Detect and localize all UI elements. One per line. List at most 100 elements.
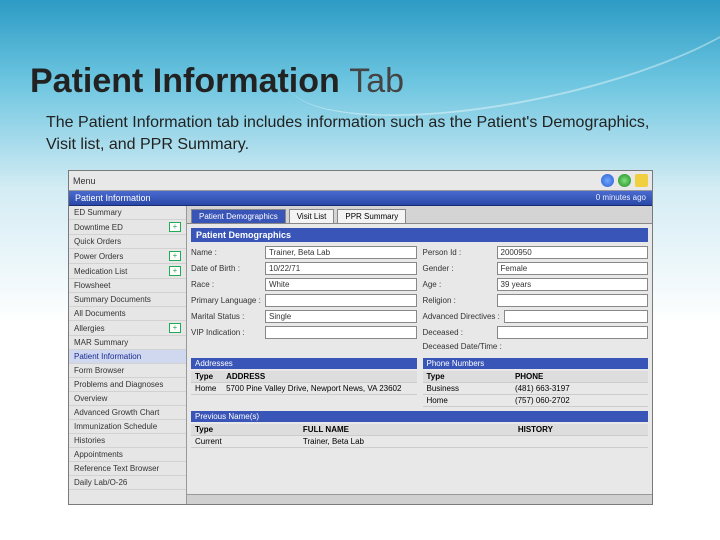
add-icon[interactable]: + xyxy=(169,323,181,333)
marital-label: Marital Status : xyxy=(191,312,261,321)
dob-label: Date of Birth : xyxy=(191,264,261,273)
sidebar-item-label: Reference Text Browser xyxy=(74,464,159,473)
sidebar-item[interactable]: Quick Orders xyxy=(69,235,186,249)
add-icon[interactable]: + xyxy=(169,251,181,261)
sidebar-item-label: Problems and Diagnoses xyxy=(74,380,163,389)
sidebar-item[interactable]: Power Orders + xyxy=(69,249,186,264)
menu-label[interactable]: Menu xyxy=(73,176,96,186)
tab[interactable]: PPR Summary xyxy=(337,209,406,223)
gender-field[interactable]: Female xyxy=(497,262,649,275)
phone-col-type[interactable]: Type xyxy=(423,371,511,383)
dob-field[interactable]: 10/22/71 xyxy=(265,262,417,275)
addresses-header: Addresses xyxy=(191,358,417,369)
prev-col-name[interactable]: FULL NAME xyxy=(299,424,514,436)
vip-field[interactable] xyxy=(265,326,417,339)
sidebar-item-label: Quick Orders xyxy=(74,237,121,246)
module-titlebar: Patient Information 0 minutes ago xyxy=(69,191,652,206)
addr-col-type[interactable]: Type xyxy=(191,371,222,383)
advdir-field[interactable] xyxy=(504,310,648,323)
sidebar-item-label: Form Browser xyxy=(74,366,124,375)
prev-col-type[interactable]: Type xyxy=(191,424,299,436)
sidebar-item-label: All Documents xyxy=(74,309,126,318)
prev-col-history[interactable]: HISTORY xyxy=(514,424,648,436)
sidebar-item-label: Power Orders xyxy=(74,252,123,261)
sidebar-item[interactable]: Histories xyxy=(69,434,186,448)
phone-col-number[interactable]: PHONE xyxy=(511,371,648,383)
sidebar-item-label: Overview xyxy=(74,394,107,403)
person-id-label: Person Id : xyxy=(423,248,493,257)
religion-label: Religion : xyxy=(423,296,493,305)
sidebar-item[interactable]: Medication List + xyxy=(69,264,186,279)
tab[interactable]: Visit List xyxy=(289,209,335,223)
demographics-panel: Patient Demographics Name : Trainer, Beta… xyxy=(187,223,652,494)
prevnames-header: Previous Name(s) xyxy=(191,411,648,422)
tab[interactable]: Patient Demographics xyxy=(191,209,286,223)
name-field[interactable]: Trainer, Beta Lab xyxy=(265,246,417,259)
table-row[interactable]: Home(757) 060-2702 xyxy=(423,395,649,407)
race-label: Race : xyxy=(191,280,261,289)
sidebar-item-label: Medication List xyxy=(74,267,127,276)
prevnames-table: Type FULL NAME HISTORY CurrentTrainer, B… xyxy=(191,424,648,448)
application-window: Menu Patient Information 0 minutes ago E… xyxy=(68,170,653,505)
toolbar: Menu xyxy=(69,171,652,191)
sidebar-item-label: Advanced Growth Chart xyxy=(74,408,159,417)
refresh-icon[interactable] xyxy=(618,174,631,187)
sidebar-item[interactable]: All Documents xyxy=(69,307,186,321)
sidebar-item[interactable]: Problems and Diagnoses xyxy=(69,378,186,392)
name-label: Name : xyxy=(191,248,261,257)
sidebar-item[interactable]: Overview xyxy=(69,392,186,406)
sidebar-item[interactable]: Allergies+ xyxy=(69,321,186,336)
advdir-label: Advanced Directives : xyxy=(423,312,500,321)
sidebar-item[interactable]: Flowsheet xyxy=(69,279,186,293)
sidebar-item-label: Daily Lab/O-26 xyxy=(74,478,127,487)
age-label: Age : xyxy=(423,280,493,289)
table-row[interactable]: CurrentTrainer, Beta Lab xyxy=(191,436,648,448)
deceased-date-label: Deceased Date/Time : xyxy=(423,342,533,351)
race-field[interactable]: White xyxy=(265,278,417,291)
gender-label: Gender : xyxy=(423,264,493,273)
sidebar-item-label: Appointments xyxy=(74,450,123,459)
navigator-sidebar[interactable]: ED Summary Downtime ED + Quick Orders Power … xyxy=(69,206,187,504)
tab-strip: Patient DemographicsVisit ListPPR Summar… xyxy=(187,206,652,223)
sidebar-item-label: MAR Summary xyxy=(74,338,128,347)
sidebar-item-label: Patient Information xyxy=(74,352,141,361)
sidebar-item-label: Immunization Schedule xyxy=(74,422,157,431)
sidebar-item[interactable]: Patient Information xyxy=(69,350,186,364)
sidebar-item[interactable]: Daily Lab/O-26 xyxy=(69,476,186,490)
title-suffix: Tab xyxy=(349,62,404,100)
deceased-field[interactable] xyxy=(497,326,649,339)
sidebar-item[interactable]: MAR Summary xyxy=(69,336,186,350)
sidebar-item[interactable]: Appointments xyxy=(69,448,186,462)
add-icon[interactable]: + xyxy=(169,222,181,232)
vip-label: VIP Indication : xyxy=(191,328,261,337)
sidebar-item[interactable]: Form Browser xyxy=(69,364,186,378)
sidebar-item-label: Downtime ED xyxy=(74,223,123,232)
table-row[interactable]: Home5700 Pine Valley Drive, Newport News… xyxy=(191,383,417,395)
phones-table: Type PHONE Business(481) 663-3197Home(75… xyxy=(423,371,649,407)
last-refreshed: 0 minutes ago xyxy=(596,193,646,202)
sidebar-item[interactable]: Downtime ED + xyxy=(69,220,186,235)
language-field[interactable] xyxy=(265,294,417,307)
age-field[interactable]: 39 years xyxy=(497,278,649,291)
sidebar-item-label: Histories xyxy=(74,436,105,445)
sidebar-item[interactable]: Immunization Schedule xyxy=(69,420,186,434)
section-header: Patient Demographics xyxy=(191,228,648,242)
addr-col-address[interactable]: ADDRESS xyxy=(222,371,416,383)
module-title: Patient Information xyxy=(75,193,151,203)
sidebar-item-label: Summary Documents xyxy=(74,295,151,304)
person-id-field[interactable]: 2000950 xyxy=(497,246,649,259)
sidebar-item[interactable]: Reference Text Browser xyxy=(69,462,186,476)
favorite-icon[interactable] xyxy=(635,174,648,187)
horizontal-scrollbar[interactable] xyxy=(187,494,652,504)
religion-field[interactable] xyxy=(497,294,649,307)
sidebar-item[interactable]: Advanced Growth Chart xyxy=(69,406,186,420)
add-icon[interactable]: + xyxy=(169,266,181,276)
sidebar-item[interactable]: Summary Documents xyxy=(69,293,186,307)
sidebar-item[interactable]: ED Summary xyxy=(69,206,186,220)
main-panel: Patient DemographicsVisit ListPPR Summar… xyxy=(187,206,652,504)
table-row[interactable]: Business(481) 663-3197 xyxy=(423,383,649,395)
marital-field[interactable]: Single xyxy=(265,310,417,323)
home-icon[interactable] xyxy=(601,174,614,187)
sidebar-item-label: ED Summary xyxy=(74,208,122,217)
slide-title: Patient Information Tab xyxy=(30,62,404,101)
